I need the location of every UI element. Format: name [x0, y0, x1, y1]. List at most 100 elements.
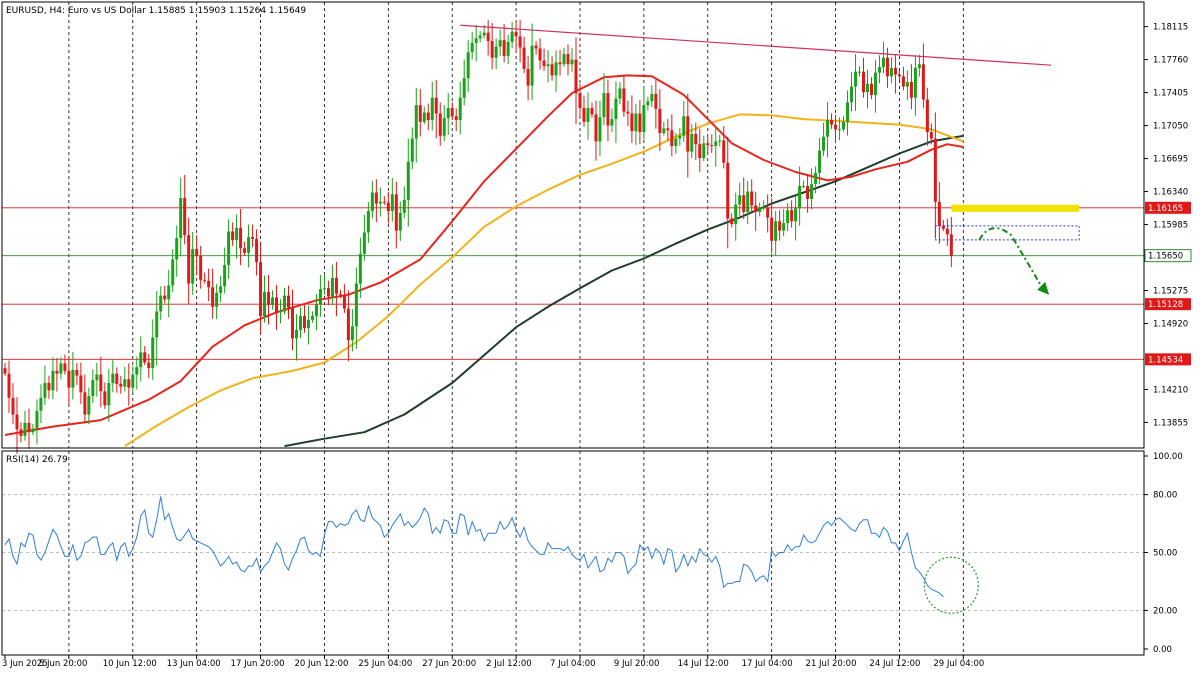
rsi-panel-frame — [1, 450, 1145, 656]
candle-body — [310, 316, 314, 320]
level-price-label: 1.15128 — [1148, 300, 1183, 310]
candle-body — [326, 288, 330, 297]
candle-body — [502, 40, 506, 56]
candle-body — [742, 195, 746, 212]
candle-body — [726, 162, 730, 219]
candle-body — [558, 62, 562, 65]
candle-body — [430, 97, 434, 121]
candle-body — [3, 368, 7, 374]
candle-body — [714, 141, 718, 147]
candle-body — [175, 238, 179, 260]
candle-body — [27, 422, 31, 433]
candle-body — [578, 93, 582, 108]
candle-body — [814, 172, 818, 185]
x-tick-label: 14 Jul 12:00 — [678, 659, 729, 669]
candle-body — [131, 374, 135, 388]
moving-averages-layer — [4, 74, 964, 448]
candle-body — [438, 113, 442, 136]
x-tick-label: 20 Jun 12:00 — [294, 659, 348, 669]
candle-body — [474, 38, 478, 43]
candle-body — [294, 329, 298, 339]
candle-body — [91, 380, 95, 396]
candle-body — [514, 31, 518, 37]
level-price-label: 1.16165 — [1148, 204, 1183, 214]
rsi-y-tick-label: 50.00 — [1153, 549, 1177, 559]
candle-body — [917, 64, 921, 68]
candle-body — [734, 204, 738, 225]
y-tick-label: 1.15275 — [1153, 287, 1188, 297]
x-tick-label: 10 Jun 12:00 — [103, 659, 157, 669]
candle-body — [670, 130, 674, 147]
candle-body — [826, 120, 830, 137]
candle-body — [674, 138, 678, 147]
candle-body — [762, 207, 766, 209]
candle-body — [610, 119, 614, 126]
candle-body — [378, 201, 382, 204]
candle-body — [546, 64, 550, 67]
candle-body — [594, 114, 598, 142]
candle-body — [510, 31, 514, 42]
candle-body — [179, 198, 183, 239]
candle-body — [147, 362, 151, 369]
y-tick-label: 1.15985 — [1153, 221, 1188, 231]
candle-body — [298, 316, 302, 330]
x-tick-label: 29 Jul 04:00 — [933, 659, 984, 669]
candle-body — [31, 428, 35, 433]
candle-body — [865, 83, 869, 93]
candle-body — [869, 83, 873, 95]
candle-body — [937, 201, 941, 226]
candle-body — [119, 383, 123, 387]
candle-body — [235, 227, 239, 240]
candle-body — [322, 288, 326, 290]
consolidation-box — [934, 225, 1080, 241]
candle-body — [306, 319, 310, 329]
candle-body — [203, 279, 207, 281]
candle-body — [406, 161, 410, 200]
candle-body — [394, 194, 398, 231]
candle-body — [602, 93, 606, 118]
candle-body — [630, 113, 634, 132]
candle-body — [95, 374, 99, 381]
candle-body — [374, 192, 378, 204]
candle-body — [259, 262, 263, 317]
ma-50-line — [4, 74, 964, 436]
candle-body — [426, 112, 430, 121]
candle-body — [694, 133, 698, 145]
ma-100-line — [124, 113, 964, 447]
candle-body — [778, 221, 782, 231]
chart-canvas[interactable]: 3 Jun 20255 Jun 20:00 10 Jun 12:00 13 Jun … — [0, 0, 1200, 675]
candle-body — [195, 249, 199, 256]
candle-body — [99, 374, 103, 392]
candle-body — [434, 97, 438, 114]
candle-body — [909, 81, 913, 98]
candle-body — [850, 86, 854, 103]
candle-body — [889, 67, 893, 77]
x-tick-label: 21 Jul 20:00 — [806, 659, 857, 669]
candle-body — [538, 48, 542, 61]
candle-body — [470, 42, 474, 53]
candle-body — [770, 217, 774, 241]
candle-body — [55, 370, 59, 374]
candle-body — [446, 107, 450, 119]
candle-body — [562, 54, 566, 65]
candle-body — [155, 311, 159, 338]
candle-body — [35, 410, 39, 429]
rsi-y-tick-label: 100.00 — [1153, 452, 1183, 462]
candle-body — [442, 118, 446, 136]
candle-body — [921, 64, 925, 100]
candle-body — [818, 150, 822, 173]
candle-body — [251, 237, 255, 239]
candle-body — [267, 291, 271, 305]
candle-body — [750, 191, 754, 206]
candle-body — [654, 93, 658, 109]
candle-body — [59, 363, 63, 374]
candle-body — [159, 295, 163, 312]
level-price-label: 1.15650 — [1148, 252, 1183, 262]
candle-body — [798, 185, 802, 209]
candle-body — [858, 71, 862, 73]
candle-body — [107, 382, 111, 406]
x-tick-label: 5 Jun 20:00 — [39, 659, 88, 669]
candle-body — [901, 76, 905, 87]
x-tick-label: 25 Jun 04:00 — [358, 659, 412, 669]
candle-body — [167, 285, 171, 300]
